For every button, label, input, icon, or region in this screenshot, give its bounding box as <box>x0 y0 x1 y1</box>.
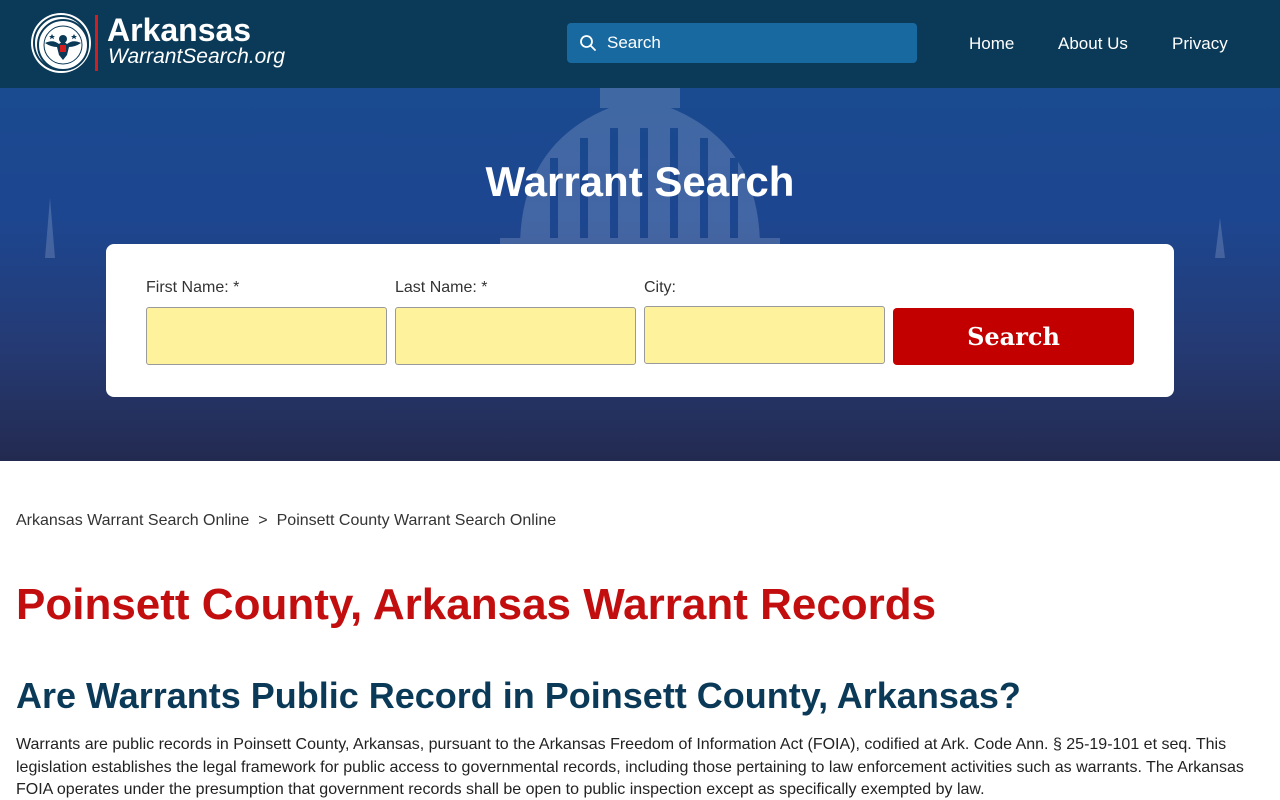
search-input[interactable] <box>607 23 907 63</box>
logo-divider <box>95 15 98 71</box>
search-button[interactable]: Search <box>893 308 1134 365</box>
hero-banner: Warrant Search First Name: * Last Name: … <box>0 88 1280 461</box>
city-input[interactable] <box>644 306 885 364</box>
nav-privacy[interactable]: Privacy <box>1172 33 1228 55</box>
hero-title: Warrant Search <box>485 158 795 205</box>
first-name-label: First Name: * <box>146 279 240 296</box>
nav-about-us[interactable]: About Us <box>1058 33 1128 55</box>
breadcrumb: Arkansas Warrant Search Online > Poinsett … <box>16 511 556 531</box>
site-header: Arkansas WarrantSearch.org Home About Us… <box>0 0 1280 88</box>
breadcrumb-separator: > <box>258 512 268 529</box>
logo-title[interactable]: Arkansas <box>107 12 251 48</box>
body-paragraph: Warrants are public records in Poinsett … <box>16 736 1244 798</box>
last-name-label: Last Name: * <box>395 279 488 296</box>
eagle-badge-icon <box>37 19 89 71</box>
breadcrumb-item-current: Poinsett County Warrant Search Online <box>276 512 557 529</box>
site-search <box>567 23 917 63</box>
logo-badge-icon[interactable] <box>33 15 89 71</box>
logo-subtitle[interactable]: WarrantSearch.org <box>108 45 285 69</box>
nav-home[interactable]: Home <box>969 33 1014 55</box>
warrant-search-form: First Name: * Last Name: * City: Search <box>106 244 1174 397</box>
breadcrumb-item-home[interactable]: Arkansas Warrant Search Online <box>16 512 249 529</box>
first-name-input[interactable] <box>146 307 387 365</box>
last-name-input[interactable] <box>395 307 636 365</box>
search-icon <box>580 35 596 51</box>
page-title: Poinsett County, Arkansas Warrant Record… <box>16 580 937 629</box>
city-label: City: <box>644 279 676 296</box>
section-heading: Are Warrants Public Record in Poinsett C… <box>16 675 1021 716</box>
